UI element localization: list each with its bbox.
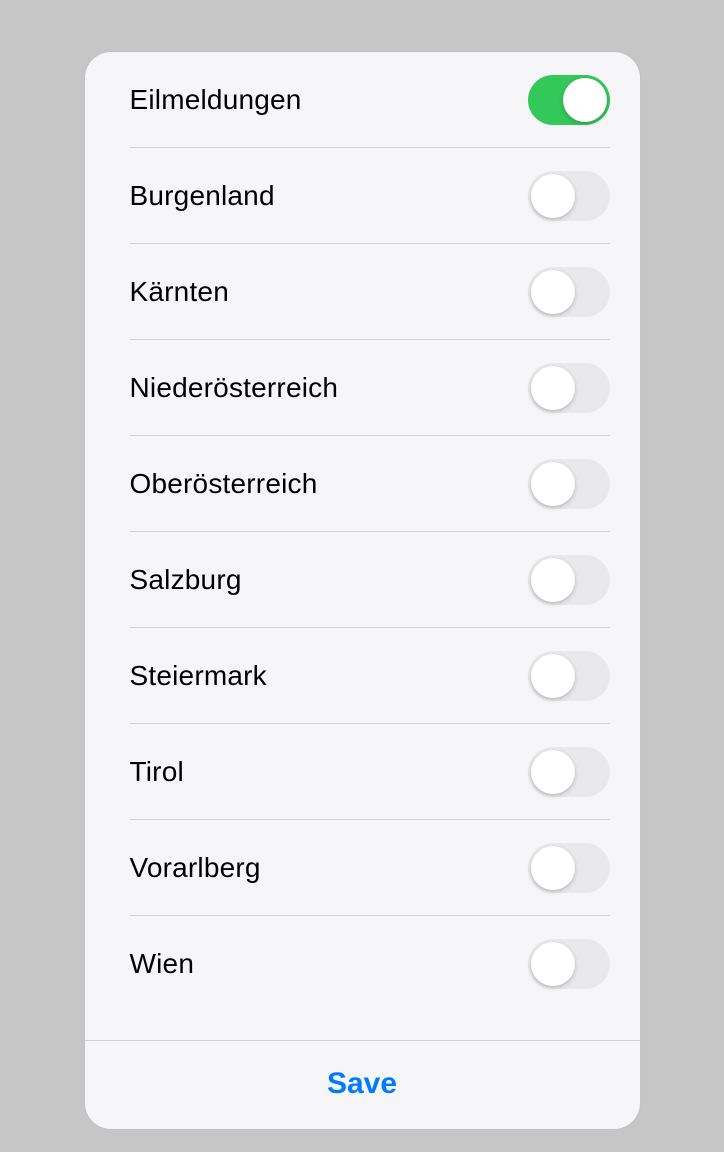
setting-row-tirol: Tirol (85, 724, 640, 820)
toggle-burgenland[interactable] (528, 171, 610, 221)
toggle-eilmeldungen[interactable] (528, 75, 610, 125)
toggle-knob-icon (531, 558, 575, 602)
setting-label: Tirol (130, 756, 184, 788)
setting-label: Oberösterreich (130, 468, 318, 500)
setting-row-salzburg: Salzburg (85, 532, 640, 628)
setting-label: Burgenland (130, 180, 275, 212)
setting-label: Vorarlberg (130, 852, 261, 884)
toggle-knob-icon (531, 654, 575, 698)
setting-row-niederoesterreich: Niederösterreich (85, 340, 640, 436)
toggle-steiermark[interactable] (528, 651, 610, 701)
save-button[interactable]: Save (327, 1067, 397, 1101)
toggle-knob-icon (531, 174, 575, 218)
setting-row-oberoesterreich: Oberösterreich (85, 436, 640, 532)
setting-row-burgenland: Burgenland (85, 148, 640, 244)
card-footer: Save (85, 1040, 640, 1129)
toggle-salzburg[interactable] (528, 555, 610, 605)
setting-label: Niederösterreich (130, 372, 339, 404)
settings-list: Eilmeldungen Burgenland Kärnten Niederös… (85, 52, 640, 1040)
toggle-knob-icon (531, 270, 575, 314)
setting-row-vorarlberg: Vorarlberg (85, 820, 640, 916)
toggle-oberoesterreich[interactable] (528, 459, 610, 509)
settings-card: Eilmeldungen Burgenland Kärnten Niederös… (85, 52, 640, 1129)
toggle-wien[interactable] (528, 939, 610, 989)
setting-row-kaernten: Kärnten (85, 244, 640, 340)
toggle-tirol[interactable] (528, 747, 610, 797)
setting-label: Steiermark (130, 660, 267, 692)
toggle-knob-icon (531, 366, 575, 410)
toggle-niederoesterreich[interactable] (528, 363, 610, 413)
toggle-vorarlberg[interactable] (528, 843, 610, 893)
setting-label: Wien (130, 948, 195, 980)
setting-row-steiermark: Steiermark (85, 628, 640, 724)
setting-row-eilmeldungen: Eilmeldungen (85, 52, 640, 148)
setting-label: Salzburg (130, 564, 242, 596)
setting-label: Kärnten (130, 276, 229, 308)
toggle-knob-icon (531, 462, 575, 506)
toggle-kaernten[interactable] (528, 267, 610, 317)
toggle-knob-icon (531, 846, 575, 890)
setting-row-wien: Wien (85, 916, 640, 1012)
setting-label: Eilmeldungen (130, 84, 302, 116)
toggle-knob-icon (531, 942, 575, 986)
toggle-knob-icon (531, 750, 575, 794)
toggle-knob-icon (563, 78, 607, 122)
